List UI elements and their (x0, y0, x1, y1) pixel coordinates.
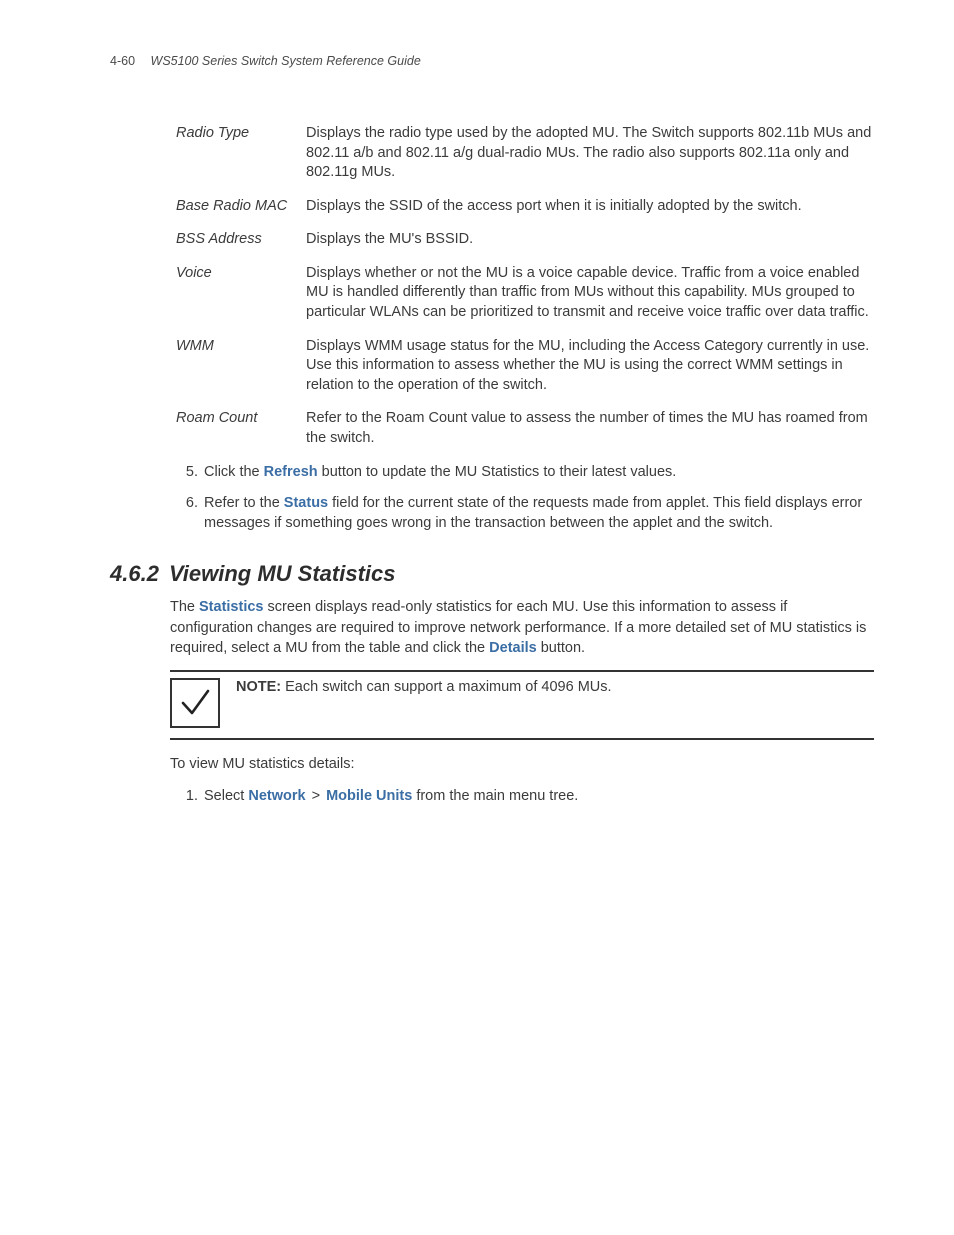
definition-desc: Displays WMM usage status for the MU, in… (306, 337, 874, 396)
breadcrumb-separator: > (308, 788, 325, 804)
section-heading: 4.6.2 Viewing MU Statistics (110, 561, 874, 587)
page-number: 4-60 (110, 54, 135, 68)
definition-term: Radio Type (176, 124, 306, 183)
definition-row: BSS Address Displays the MU's BSSID. (176, 230, 874, 250)
text: The (170, 599, 199, 615)
definition-row: WMM Displays WMM usage status for the MU… (176, 337, 874, 396)
definition-row: Base Radio MAC Displays the SSID of the … (176, 197, 874, 217)
text: Each switch can support a maximum of 409… (281, 679, 611, 695)
text: Click the (204, 464, 264, 480)
definition-desc: Displays the radio type used by the adop… (306, 124, 874, 183)
paragraph: To view MU statistics details: (170, 754, 874, 774)
list-number: 1. (176, 786, 204, 806)
ordered-list: 1. Select Network > Mobile Units from th… (176, 786, 874, 806)
ui-term: Status (284, 495, 328, 511)
page: 4-60 WS5100 Series Switch System Referen… (0, 0, 954, 1235)
text: button to update the MU Statistics to th… (318, 464, 677, 480)
section-number: 4.6.2 (110, 561, 159, 586)
paragraph: The Statistics screen displays read-only… (170, 597, 874, 658)
ui-term: Mobile Units (326, 788, 412, 804)
list-item: 5. Click the Refresh button to update th… (176, 462, 874, 482)
definition-row: Voice Displays whether or not the MU is … (176, 264, 874, 323)
header-title: WS5100 Series Switch System Reference Gu… (151, 54, 421, 68)
list-item: 1. Select Network > Mobile Units from th… (176, 786, 874, 806)
definition-desc: Displays whether or not the MU is a voic… (306, 264, 874, 323)
ui-term: Details (489, 640, 537, 656)
list-body: Click the Refresh button to update the M… (204, 462, 874, 482)
definition-term: Base Radio MAC (176, 197, 306, 217)
note-label: NOTE: (236, 679, 281, 695)
note-text: NOTE: Each switch can support a maximum … (236, 678, 612, 698)
list-body: Refer to the Status field for the curren… (204, 493, 874, 534)
definition-term: BSS Address (176, 230, 306, 250)
definition-table: Radio Type Displays the radio type used … (176, 124, 874, 448)
text: Refer to the (204, 495, 284, 511)
checkmark-icon (170, 678, 220, 728)
definition-row: Roam Count Refer to the Roam Count value… (176, 409, 874, 448)
list-number: 5. (176, 462, 204, 482)
note-block: NOTE: Each switch can support a maximum … (170, 670, 874, 740)
text: button. (537, 640, 585, 656)
text: from the main menu tree. (412, 788, 578, 804)
definition-term: Voice (176, 264, 306, 323)
definition-term: WMM (176, 337, 306, 396)
text: Select (204, 788, 248, 804)
definition-row: Radio Type Displays the radio type used … (176, 124, 874, 183)
definition-desc: Displays the SSID of the access port whe… (306, 197, 874, 217)
ui-term: Network (248, 788, 305, 804)
definition-desc: Displays the MU's BSSID. (306, 230, 874, 250)
section-title: Viewing MU Statistics (169, 561, 396, 586)
definition-desc: Refer to the Roam Count value to assess … (306, 409, 874, 448)
list-number: 6. (176, 493, 204, 534)
ui-term: Statistics (199, 599, 263, 615)
page-header: 4-60 WS5100 Series Switch System Referen… (110, 54, 874, 68)
list-body: Select Network > Mobile Units from the m… (204, 786, 874, 806)
ordered-list: 5. Click the Refresh button to update th… (176, 462, 874, 533)
list-item: 6. Refer to the Status field for the cur… (176, 493, 874, 534)
ui-term: Refresh (264, 464, 318, 480)
definition-term: Roam Count (176, 409, 306, 448)
